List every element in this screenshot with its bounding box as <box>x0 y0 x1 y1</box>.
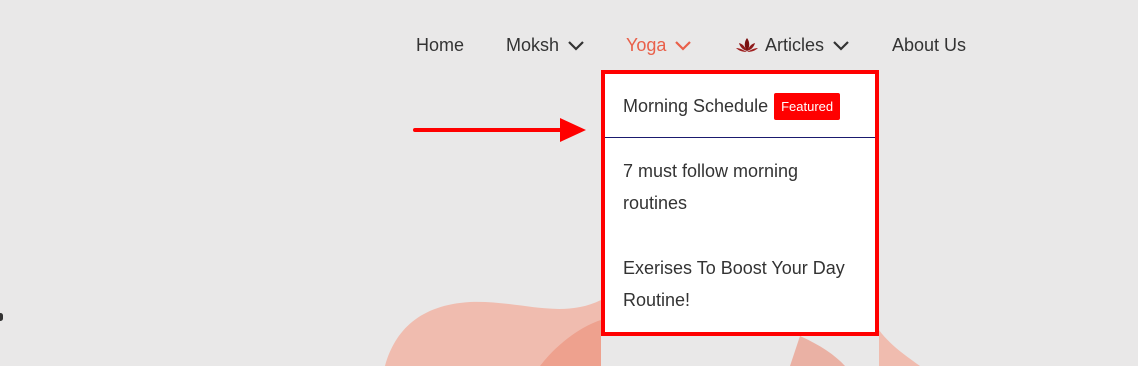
nav-item-label: About Us <box>892 35 967 55</box>
dropdown-item-exercises[interactable]: Exerises To Boost Your Day Routine! <box>623 252 857 316</box>
nav-item-label: Moksh <box>506 35 560 55</box>
nav-item-moksh[interactable]: Moksh <box>506 30 585 60</box>
dropdown-item-morning-routines[interactable]: 7 must follow morning routines <box>623 155 857 219</box>
edge-mark <box>0 313 3 321</box>
dropdown-item-label: 7 must follow morning routines <box>623 161 799 213</box>
featured-badge: Featured <box>774 92 841 120</box>
yoga-dropdown-menu: Morning Schedule Featured 7 must follow … <box>601 70 879 336</box>
nav-item-label: Yoga <box>626 35 667 55</box>
chevron-down-icon <box>568 41 584 51</box>
lotus-icon <box>736 38 758 52</box>
chevron-down-icon <box>833 41 849 51</box>
nav-item-label: Home <box>416 35 465 55</box>
dropdown-item-label: Morning Schedule <box>623 96 769 116</box>
red-arrow-icon <box>413 118 586 142</box>
main-navigation: Home Moksh Yoga Articles About Us <box>0 30 1138 60</box>
nav-item-home[interactable]: Home <box>416 30 464 60</box>
chevron-down-icon <box>675 41 692 51</box>
dropdown-item-label: Exerises To Boost Your Day Routine! <box>623 258 845 310</box>
dropdown-item-morning-schedule[interactable]: Morning Schedule Featured <box>623 90 857 122</box>
nav-item-yoga[interactable]: Yoga <box>626 30 692 60</box>
nav-item-label: Articles <box>765 35 825 55</box>
nav-item-articles[interactable]: Articles <box>735 30 850 60</box>
nav-item-about-us[interactable]: About Us <box>892 30 966 60</box>
dropdown-divider <box>605 137 875 138</box>
